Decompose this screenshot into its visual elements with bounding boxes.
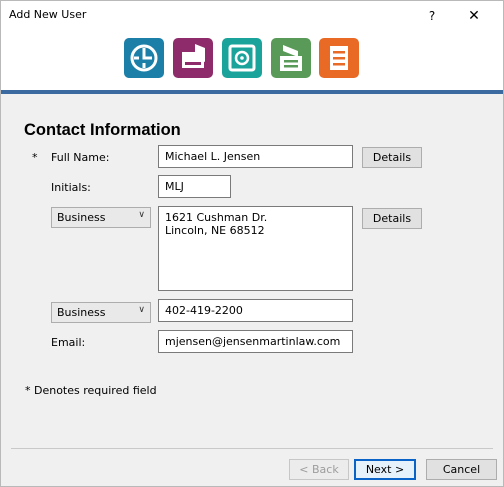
- required-field-note: * Denotes required field: [25, 384, 157, 397]
- window-title: Add New User: [9, 8, 87, 21]
- next-button[interactable]: Next >: [354, 459, 416, 480]
- close-button[interactable]: ✕: [462, 6, 486, 26]
- address-type-value: Business: [57, 211, 106, 224]
- register-icon: [271, 38, 311, 78]
- address-details-button[interactable]: Details: [362, 208, 422, 229]
- form-panel: Contact Information * Full Name: Michael…: [1, 94, 503, 486]
- section-title: Contact Information: [24, 121, 181, 139]
- phone-type-select[interactable]: Business ∨: [51, 302, 151, 323]
- phone-type-value: Business: [57, 306, 106, 319]
- full-name-label: Full Name:: [51, 151, 110, 164]
- back-button[interactable]: < Back: [289, 459, 349, 480]
- phone-field[interactable]: 402-419-2200: [158, 299, 353, 322]
- clock-icon: [124, 38, 164, 78]
- initials-label: Initials:: [51, 181, 91, 194]
- address-type-select[interactable]: Business ∨: [51, 207, 151, 228]
- initials-field[interactable]: MLJ: [158, 175, 231, 198]
- folder-icon: [173, 38, 213, 78]
- email-field[interactable]: mjensen@jensenmartinlaw.com: [158, 330, 353, 353]
- chevron-down-icon: ∨: [138, 305, 145, 315]
- footer-divider: [11, 448, 493, 449]
- wizard-steps-banner: [1, 31, 503, 90]
- add-new-user-dialog: Add New User ? ✕ Contact Information * F…: [0, 0, 504, 487]
- required-marker: *: [32, 151, 38, 164]
- email-label: Email:: [51, 336, 86, 349]
- cancel-button[interactable]: Cancel: [426, 459, 497, 480]
- help-button[interactable]: ?: [422, 6, 442, 26]
- document-icon: [319, 38, 359, 78]
- full-name-field[interactable]: Michael L. Jensen: [158, 145, 353, 168]
- safe-icon: [222, 38, 262, 78]
- address-field[interactable]: 1621 Cushman Dr. Lincoln, NE 68512: [158, 206, 353, 291]
- chevron-down-icon: ∨: [138, 210, 145, 220]
- name-details-button[interactable]: Details: [362, 147, 422, 168]
- title-bar: Add New User ? ✕: [1, 1, 503, 31]
